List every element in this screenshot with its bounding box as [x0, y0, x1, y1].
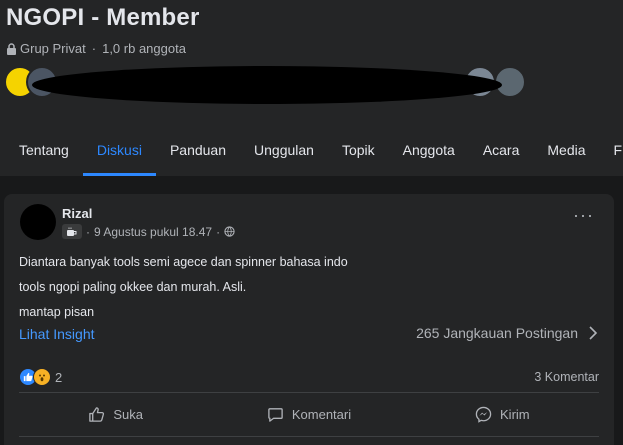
see-insight-link[interactable]: Lihat Insight — [19, 326, 95, 342]
post-text-line: mantap pisan — [19, 305, 95, 319]
post-text-line: Diantara banyak tools semi agece dan spi… — [19, 255, 348, 269]
comment-count[interactable]: 3 Komentar — [534, 370, 599, 384]
chevron-right-icon — [589, 326, 598, 340]
reaction-count: 2 — [55, 369, 63, 385]
divider — [19, 436, 599, 437]
comment-label: Komentari — [291, 406, 352, 422]
meta-separator: · — [91, 41, 97, 56]
post-card: Rizal · 9 Agustus pukul 18.47 · ··· Dian… — [4, 194, 614, 445]
tab-acara[interactable]: Acara — [469, 126, 534, 176]
tab-panduan[interactable]: Panduan — [156, 126, 240, 176]
coffee-cup-icon[interactable] — [62, 224, 82, 239]
post-reach[interactable]: 265 Jangkauan Postingan — [416, 325, 598, 341]
reaction-summary[interactable]: 2 — [19, 368, 62, 386]
comment-button[interactable]: Komentari — [212, 399, 405, 429]
post-separator: · — [216, 224, 221, 239]
wow-reaction-icon — [33, 368, 51, 386]
like-button[interactable]: Suka — [19, 399, 212, 429]
redaction-overlay — [32, 66, 502, 104]
member-avatars[interactable] — [4, 66, 534, 104]
tab-anggota[interactable]: Anggota — [389, 126, 469, 176]
more-options-button[interactable]: ··· — [573, 206, 594, 224]
tab-media[interactable]: Media — [533, 126, 599, 176]
privacy-label: Grup Privat — [20, 41, 86, 56]
group-meta: Grup Privat · 1,0 rb anggota — [6, 41, 186, 56]
post-text-line: tools ngopi paling okkee dan murah. Asli… — [19, 280, 247, 294]
globe-icon — [224, 226, 235, 237]
speech-bubble-icon — [268, 407, 283, 422]
thumbs-up-icon — [89, 406, 105, 422]
group-tabs: Tentang Diskusi Panduan Unggulan Topik A… — [0, 126, 623, 176]
post-actions: Suka Komentari Kirim — [19, 399, 599, 429]
member-count[interactable]: 1,0 rb anggota — [102, 41, 186, 56]
post-author[interactable]: Rizal — [62, 206, 92, 221]
avatar[interactable] — [20, 204, 56, 240]
tab-tentang[interactable]: Tentang — [0, 126, 83, 176]
divider — [19, 392, 599, 393]
send-label: Kirim — [500, 406, 530, 422]
tab-file[interactable]: File — [600, 126, 623, 176]
group-header: NGOPI - Member Grup Privat · 1,0 rb angg… — [0, 0, 623, 176]
post-subtitle: · 9 Agustus pukul 18.47 · — [62, 224, 235, 239]
tab-unggulan[interactable]: Unggulan — [240, 126, 328, 176]
post-separator: · — [86, 224, 90, 239]
post-timestamp[interactable]: 9 Agustus pukul 18.47 — [94, 225, 212, 239]
lock-icon — [7, 42, 16, 55]
send-button[interactable]: Kirim — [406, 399, 599, 429]
tab-topik[interactable]: Topik — [328, 126, 389, 176]
tab-diskusi[interactable]: Diskusi — [82, 126, 157, 176]
group-title: NGOPI - Member — [6, 4, 200, 31]
post-body: Diantara banyak tools semi agece dan spi… — [19, 250, 348, 325]
messenger-icon — [475, 406, 492, 423]
reach-label: 265 Jangkauan Postingan — [416, 325, 578, 341]
like-label: Suka — [113, 406, 143, 422]
